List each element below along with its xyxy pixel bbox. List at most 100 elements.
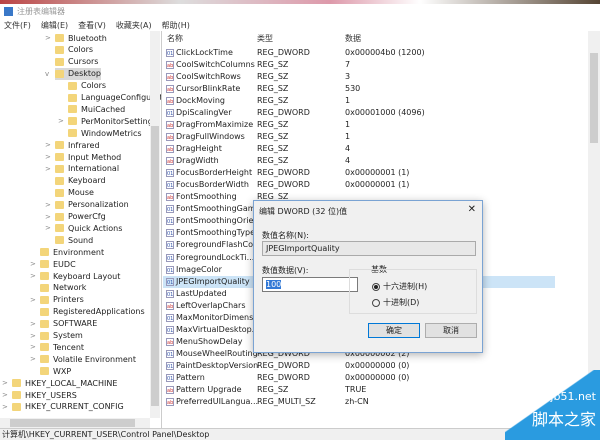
close-icon[interactable]: ✕ (468, 204, 476, 215)
value-name-field[interactable]: JPEGImportQuality (262, 241, 476, 256)
chevron-down-icon[interactable]: v (45, 70, 53, 78)
chevron-right-icon[interactable]: > (30, 355, 38, 363)
value-row[interactable]: 01 FocusBorderHeight REG_DWORD 0x00000001 (… (163, 167, 555, 179)
chevron-right-icon[interactable]: > (45, 213, 53, 221)
value-row[interactable]: ab Pattern Upgrade REG_SZ TRUE (163, 384, 555, 396)
value-row[interactable]: ab DragWidth REG_SZ 4 (163, 155, 555, 167)
value-name: Pattern (176, 372, 205, 382)
tree-item[interactable]: v Desktop (45, 67, 101, 80)
radio-decimal-label: 十进制(D) (383, 298, 420, 307)
cancel-button[interactable]: 取消 (425, 323, 477, 338)
tree-item[interactable]: MuiCached (68, 103, 125, 115)
chevron-right-icon[interactable]: > (45, 224, 53, 232)
tree-item[interactable]: Mouse (55, 187, 94, 199)
tree-item[interactable]: Keyboard (55, 175, 106, 187)
value-name: FontSmoothingOrie... (176, 216, 262, 226)
chevron-right-icon[interactable]: > (30, 260, 38, 268)
ok-button[interactable]: 确定 (368, 323, 420, 338)
tree-item[interactable]: Environment (40, 246, 104, 258)
chevron-right-icon[interactable]: > (30, 296, 38, 304)
tree-item[interactable]: > EUDC (30, 258, 76, 270)
value-row[interactable]: ab CoolSwitchColumns REG_SZ 7 (163, 59, 555, 71)
binary-value-icon: 01 (166, 325, 174, 334)
menu-view[interactable]: 查看(V) (78, 20, 106, 31)
string-value-icon: ab (166, 193, 174, 202)
value-row[interactable]: 01 PaintDesktopVersion REG_DWORD 0x00000000… (163, 360, 555, 372)
tree-item-label: Personalization (68, 200, 129, 210)
value-row[interactable]: 01 Pattern REG_DWORD 0x00000000 (0) (163, 372, 555, 384)
menu-help[interactable]: 帮助(H) (162, 20, 190, 31)
tree-item[interactable]: > Input Method (45, 151, 121, 163)
value-row[interactable]: ab DragHeight REG_SZ 4 (163, 143, 555, 155)
chevron-right-icon[interactable]: > (45, 153, 53, 161)
chevron-right-icon[interactable]: > (45, 34, 53, 42)
chevron-right-icon[interactable]: > (2, 391, 10, 399)
chevron-right-icon[interactable]: > (30, 332, 38, 340)
value-row[interactable]: ab DockMoving REG_SZ 1 (163, 95, 555, 107)
tree-item[interactable]: > PerMonitorSettings (58, 115, 157, 127)
tree-item[interactable]: Sound (55, 234, 93, 246)
tree-item[interactable]: > PowerCfg (45, 211, 106, 223)
menu-file[interactable]: 文件(F) (4, 20, 31, 31)
tree-item[interactable]: > Personalization (45, 199, 129, 211)
tree-item[interactable]: > Tencent (30, 341, 84, 353)
value-row[interactable]: ab PreferredUILangua... REG_MULTI_SZ zh-CN (163, 396, 555, 408)
radio-decimal[interactable]: 十进制(D) (372, 297, 419, 308)
chevron-right-icon[interactable]: > (30, 343, 38, 351)
chevron-right-icon[interactable]: > (30, 320, 38, 328)
column-data[interactable]: 数据 (345, 33, 361, 45)
menu-favorites[interactable]: 收藏夹(A) (116, 20, 152, 31)
tree-item[interactable]: RegisteredApplications (40, 306, 145, 318)
regedit-icon (4, 7, 13, 16)
value-row[interactable]: 01 ClickLockTime REG_DWORD 0x000004b0 (1200… (163, 47, 555, 59)
chevron-right-icon[interactable]: > (30, 272, 38, 280)
radio-hex[interactable]: 十六进制(H) (372, 281, 427, 292)
value-name: JPEGImportQuality (176, 276, 250, 286)
tree-scrollbar[interactable] (150, 31, 160, 418)
chevron-right-icon[interactable]: > (2, 379, 10, 387)
tree-item[interactable]: > International (45, 163, 119, 175)
tree-item[interactable]: Network (40, 282, 86, 294)
tree-item[interactable]: > Printers (30, 294, 84, 306)
column-name[interactable]: 名称 (167, 33, 183, 45)
chevron-right-icon[interactable]: > (2, 403, 10, 411)
value-row[interactable]: 01 DpiScalingVer REG_DWORD 0x00001000 (4096… (163, 107, 555, 119)
binary-value-icon: 01 (166, 49, 174, 57)
chevron-right-icon[interactable]: > (45, 165, 53, 173)
tree-item[interactable]: Colors (55, 44, 93, 56)
menu-edit[interactable]: 编辑(E) (41, 20, 68, 31)
chevron-right-icon[interactable]: > (58, 117, 66, 125)
tree-item[interactable]: > System (30, 330, 83, 342)
tree-item[interactable]: > Quick Actions (45, 222, 122, 234)
tree-item[interactable]: LanguageConfiguration (68, 92, 161, 104)
tree-item[interactable]: WXP (40, 365, 71, 377)
tree-horizontal-scrollbar[interactable] (0, 418, 150, 428)
value-row[interactable]: ab CursorBlinkRate REG_SZ 530 (163, 83, 555, 95)
tree-item[interactable]: > HKEY_CURRENT_CONFIG (2, 401, 124, 413)
binary-value-icon: 01 (166, 361, 174, 370)
tree-item[interactable]: > Keyboard Layout (30, 270, 120, 282)
tree-item[interactable]: Cursors (55, 56, 98, 68)
value-name: FontSmoothing (176, 192, 237, 202)
tree-item[interactable]: > HKEY_LOCAL_MACHINE (2, 377, 117, 389)
tree-item[interactable]: > Bluetooth (45, 32, 107, 44)
tree-item[interactable]: > HKEY_USERS (2, 389, 77, 401)
column-type[interactable]: 类型 (257, 33, 273, 45)
value-type: REG_DWORD (257, 108, 310, 118)
tree-item[interactable]: > Infrared (45, 139, 100, 151)
value-row[interactable]: ab DragFromMaximize REG_SZ 1 (163, 119, 555, 131)
tree-item[interactable]: > SOFTWARE (30, 318, 97, 330)
window-title: 注册表编辑器 (17, 7, 65, 16)
value-type: REG_SZ (257, 72, 289, 82)
value-row[interactable]: ab DragFullWindows REG_SZ 1 (163, 131, 555, 143)
value-row[interactable]: ab CoolSwitchRows REG_SZ 3 (163, 71, 555, 83)
chevron-right-icon[interactable]: > (45, 141, 53, 149)
chevron-right-icon[interactable]: > (45, 201, 53, 209)
value-data-input[interactable]: 100 (262, 277, 358, 292)
tree-item[interactable]: Colors (68, 80, 106, 92)
value-row[interactable]: 01 FocusBorderWidth REG_DWORD 0x00000001 (1… (163, 179, 555, 191)
tree-item-label: EUDC (53, 259, 76, 269)
tree-item[interactable]: > Volatile Environment (30, 353, 136, 365)
tree-item[interactable]: WindowMetrics (68, 127, 142, 139)
list-scrollbar[interactable] (588, 31, 600, 428)
